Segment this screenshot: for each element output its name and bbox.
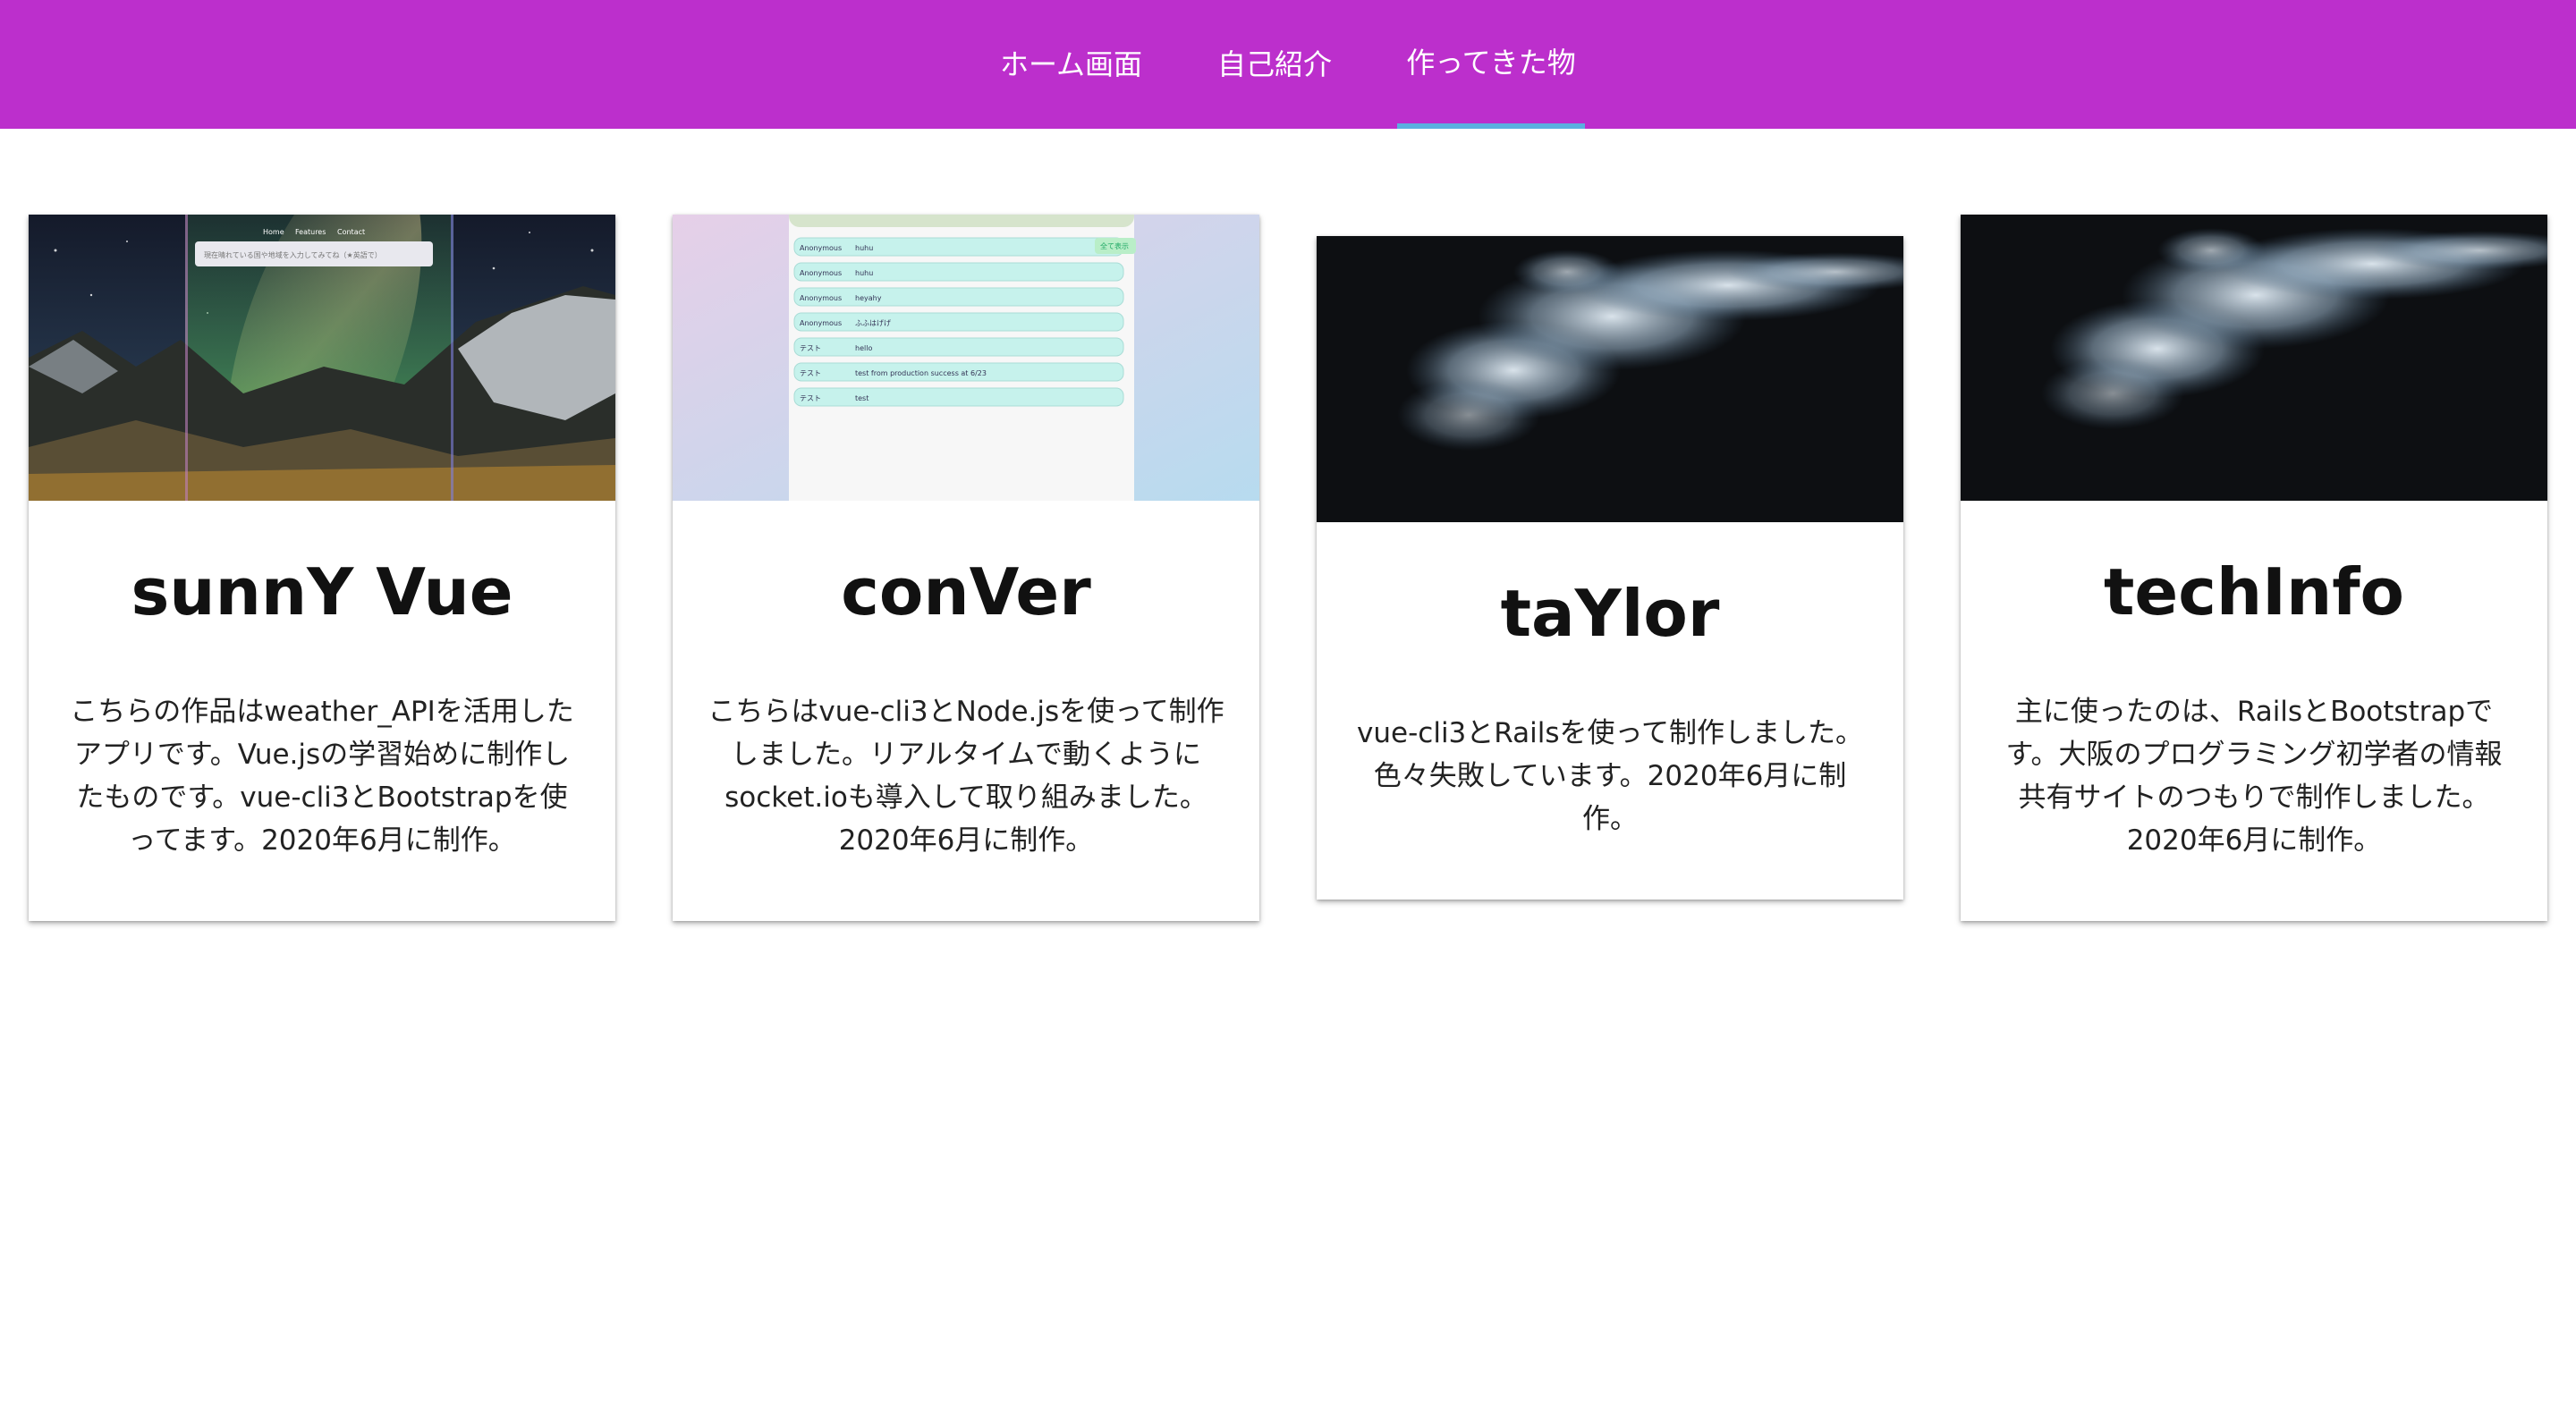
work-title: conVer bbox=[841, 554, 1091, 629]
svg-text:heyahy: heyahy bbox=[855, 294, 882, 302]
work-title: sunnY Vue bbox=[131, 554, 513, 629]
screenshot-nav-home: Home bbox=[263, 228, 284, 236]
work-thumbnail-taylor[interactable] bbox=[1317, 236, 1903, 522]
svg-text:ふふはげげ: ふふはげげ bbox=[855, 319, 891, 327]
screenshot-show-all-button: 全て表示 bbox=[1100, 241, 1129, 250]
svg-text:Anonymous: Anonymous bbox=[800, 294, 842, 302]
tab-about[interactable]: 自己紹介 bbox=[1199, 0, 1351, 129]
work-card-techinfo[interactable]: techInfo 主に使ったのは、RailsとBootstrapです。大阪のプロ… bbox=[1961, 215, 2547, 921]
work-title: taYlor bbox=[1500, 576, 1720, 651]
svg-text:テスト: テスト bbox=[800, 344, 821, 352]
screenshot-search-placeholder: 現在晴れている国や地域を入力してみてね（★英語で） bbox=[204, 250, 382, 259]
tab-home-label: ホーム画面 bbox=[999, 47, 1143, 81]
tab-works-label: 作ってきた物 bbox=[1406, 46, 1576, 80]
svg-text:テスト: テスト bbox=[800, 394, 821, 402]
tab-works[interactable]: 作ってきた物 bbox=[1397, 0, 1585, 129]
svg-text:Anonymous: Anonymous bbox=[800, 244, 842, 252]
work-title: techInfo bbox=[2103, 554, 2405, 629]
work-thumbnail-conver[interactable]: 全て表示 Anonymous huhu Anonymous huhu Anonymo… bbox=[673, 215, 1259, 501]
work-description: こちらの作品はweather_APIを活用したアプリです。Vue.jsの学習始め… bbox=[70, 696, 574, 857]
svg-text:test from production success a: test from production success at 6/23 bbox=[855, 369, 987, 377]
tab-about-label: 自己紹介 bbox=[1216, 47, 1332, 81]
work-description: 主に使ったのは、RailsとBootstrapです。大阪のプログラミング初学者の… bbox=[2005, 696, 2503, 857]
svg-text:test: test bbox=[855, 394, 869, 402]
top-navigation-bar: ホーム画面 自己紹介 作ってきた物 bbox=[0, 0, 2576, 129]
svg-text:hello: hello bbox=[855, 344, 872, 352]
work-thumbnail-techinfo[interactable] bbox=[1961, 215, 2547, 501]
work-description: こちらはvue-cli3とNode.jsを使って制作しました。リアルタイムで動く… bbox=[708, 696, 1224, 857]
svg-text:テスト: テスト bbox=[800, 369, 821, 377]
chat-app-screenshot-image: 全て表示 Anonymous huhu Anonymous huhu Anonymo… bbox=[673, 215, 1259, 501]
tab-home[interactable]: ホーム画面 bbox=[975, 0, 1167, 129]
work-thumbnail-sunny-vue[interactable]: Home Features Contact 現在晴れている国や地域を入力してみて… bbox=[29, 215, 615, 501]
active-tab-indicator bbox=[1397, 123, 1585, 129]
screenshot-nav-contact: Contact bbox=[337, 228, 365, 236]
smoke-cloud-image bbox=[1317, 236, 1903, 522]
night-sky-mountain-image: Home Features Contact 現在晴れている国や地域を入力してみて… bbox=[29, 215, 615, 501]
svg-text:huhu: huhu bbox=[855, 244, 873, 252]
screenshot-nav-features: Features bbox=[295, 228, 326, 236]
svg-text:Anonymous: Anonymous bbox=[800, 269, 842, 277]
svg-text:huhu: huhu bbox=[855, 269, 873, 277]
work-card-conver[interactable]: 全て表示 Anonymous huhu Anonymous huhu Anonymo… bbox=[673, 215, 1259, 921]
work-card-taylor[interactable]: taYlor vue-cli3とRailsを使って制作しました。色々失敗していま… bbox=[1317, 236, 1903, 900]
smoke-cloud-image bbox=[1961, 215, 2547, 501]
svg-text:Anonymous: Anonymous bbox=[800, 319, 842, 327]
work-card-sunny-vue[interactable]: Home Features Contact 現在晴れている国や地域を入力してみて… bbox=[29, 215, 615, 921]
work-description: vue-cli3とRailsを使って制作しました。色々失敗しています。2020年… bbox=[1357, 717, 1863, 835]
